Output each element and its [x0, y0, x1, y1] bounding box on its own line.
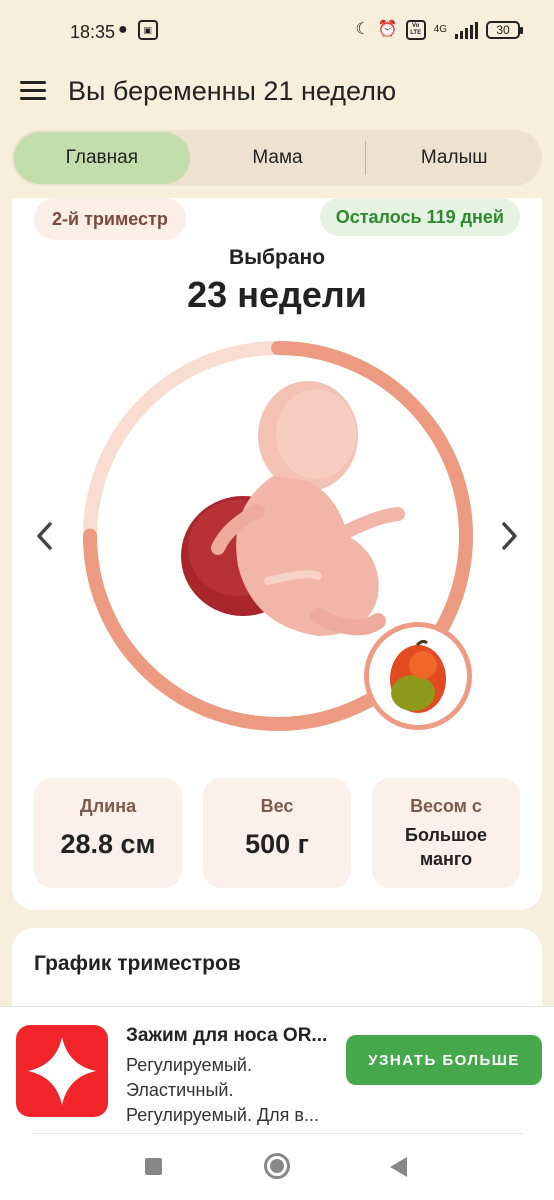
fetus-illustration: [181, 381, 405, 636]
ad-banner[interactable]: Зажим для носа OR... Регулируемый. Эласт…: [0, 1006, 554, 1134]
footsteps-icon: ●: [118, 21, 128, 38]
app-notification-icon: ▣: [137, 20, 158, 40]
recents-square-icon[interactable]: [145, 1158, 162, 1175]
battery-icon: 30: [486, 21, 523, 39]
battery-level: 30: [496, 23, 510, 37]
stat-size-comparison: Весом с Большое манго: [372, 778, 520, 888]
ad-description: Регулируемый. Эластичный. Регулируемый. …: [126, 1055, 319, 1125]
system-navigation-bar: [0, 1134, 554, 1200]
network-type-label: 4G: [433, 24, 447, 35]
tab-baby[interactable]: Малыш: [366, 132, 542, 184]
page-title: Вы беременны 21 неделю: [68, 76, 397, 106]
stat-weight-label: Вес: [260, 796, 294, 816]
week-card: 2-й триместр Осталось 119 дней Выбрано 2…: [12, 198, 542, 910]
baby-stats: Длина 28.8 см Вес 500 г Весом с Большое …: [34, 778, 520, 888]
stat-length-value: 28.8 см: [60, 829, 156, 859]
trimester-badge: 2-й триместр: [34, 198, 186, 240]
ad-logo-star-icon[interactable]: [16, 1025, 108, 1117]
stat-size-value: Большое манго: [405, 825, 487, 869]
ad-title[interactable]: Зажим для носа OR...: [126, 1025, 327, 1047]
status-left-icons: ● ▣: [118, 20, 158, 40]
stat-length: Длина 28.8 см: [34, 778, 182, 888]
stat-weight-value: 500 г: [245, 829, 309, 859]
stat-size-label: Весом с: [410, 796, 482, 816]
mango-icon: [390, 639, 446, 713]
trimester-chart-title: График триместров: [34, 952, 241, 975]
selected-week-value: 23 недели: [187, 274, 367, 315]
do-not-disturb-moon-icon: ☾: [355, 21, 370, 38]
ad-learn-more-button[interactable]: УЗНАТЬ БОЛЬШЕ: [346, 1035, 542, 1085]
app-bar: Вы беременны 21 неделю: [0, 62, 554, 122]
status-time: 18:35: [70, 22, 116, 42]
tab-bar: Главная Мама Малыш: [12, 130, 542, 186]
signal-strength-icon: [455, 21, 478, 39]
back-triangle-icon[interactable]: [390, 1157, 407, 1177]
selected-label: Выбрано: [228, 246, 326, 269]
hamburger-menu-icon[interactable]: [20, 81, 46, 101]
tab-home[interactable]: Главная: [14, 132, 190, 184]
next-week-arrow-icon[interactable]: [494, 516, 524, 556]
home-circle-icon[interactable]: [264, 1153, 290, 1179]
days-remaining-badge: Осталось 119 дней: [319, 198, 520, 236]
fruit-size-comparison: [364, 622, 472, 730]
alarm-icon: ⏰: [377, 21, 398, 38]
previous-week-arrow-icon[interactable]: [30, 516, 60, 556]
status-bar: 18:35 ● ▣ ☾ ⏰ Vo LTE 4G 30: [0, 0, 554, 62]
tab-mom[interactable]: Мама: [190, 132, 366, 184]
stat-length-label: Длина: [79, 796, 137, 816]
stat-weight: Вес 500 г: [203, 778, 351, 888]
volte-icon: Vo LTE: [405, 20, 426, 40]
status-right-icons: ☾ ⏰ Vo LTE 4G 30: [355, 20, 523, 40]
